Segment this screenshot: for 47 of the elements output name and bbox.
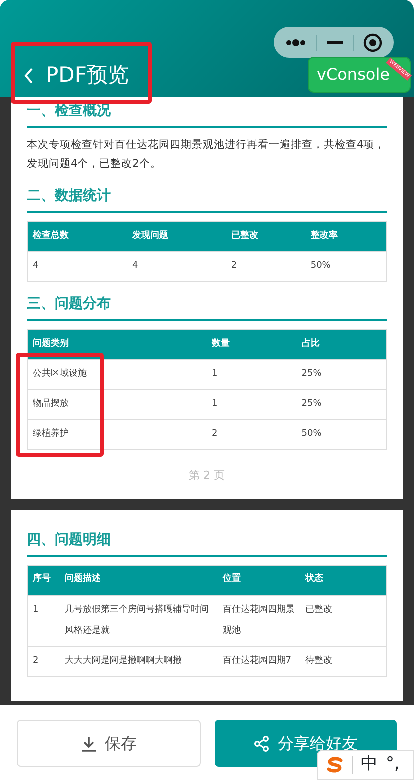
table-cell: 几号放假第三个房间号搭嘎辅导时间风格还是就 xyxy=(60,595,218,646)
table-cell: 待整改 xyxy=(300,646,386,676)
column-header: 检查总数 xyxy=(28,222,128,252)
ime-logo-icon[interactable] xyxy=(326,757,344,773)
table-cell: 50% xyxy=(296,420,386,450)
table-cell: 4 xyxy=(28,252,128,282)
section-heading: 一、检查概况 xyxy=(27,101,387,128)
section-heading: 三、问题分布 xyxy=(27,294,387,321)
back-icon[interactable] xyxy=(24,68,34,84)
download-icon xyxy=(81,736,97,752)
column-header: 整改率 xyxy=(306,222,386,252)
minimize-icon[interactable] xyxy=(326,40,343,44)
table-cell: 2 xyxy=(207,420,297,450)
column-header: 已整改 xyxy=(226,222,306,252)
table-cell: 已整改 xyxy=(300,595,386,646)
section-heading: 四、问题明细 xyxy=(27,530,387,556)
table-cell: 25% xyxy=(296,360,386,390)
column-header: 位置 xyxy=(218,565,300,595)
section-heading: 二、数据统计 xyxy=(27,186,387,213)
table-cell: 4 xyxy=(127,252,226,282)
table-cell: 物品摆放 xyxy=(28,390,207,420)
column-header: 状态 xyxy=(300,565,386,595)
close-icon[interactable] xyxy=(363,32,384,52)
table-cell: 百仕达花园四期景观池 xyxy=(218,595,300,646)
column-header: 数量 xyxy=(207,330,297,360)
table-cell: 1 xyxy=(28,595,60,646)
page-title: PDF预览 xyxy=(46,62,129,89)
save-button[interactable]: 保存 xyxy=(17,720,201,767)
table-cell: 绿植养护 xyxy=(28,420,207,450)
table-cell: 1 xyxy=(207,360,297,390)
column-header: 问题类别 xyxy=(28,330,207,360)
table-cell: 25% xyxy=(296,390,386,420)
share-icon xyxy=(254,736,270,752)
table-cell: 1 xyxy=(207,390,297,420)
column-header: 占比 xyxy=(296,330,386,360)
column-header: 序号 xyxy=(28,565,60,595)
table-cell: 公共区域设施 xyxy=(28,360,207,390)
table-cell: 2 xyxy=(226,252,306,282)
column-header: 发现问题 xyxy=(127,222,226,252)
table-cell: 大大大阿是阿是撤啊啊大啊撤 xyxy=(60,646,218,676)
more-icon[interactable] xyxy=(284,38,307,46)
summary-text: 本次专项检查针对百仕达花园四期景观池进行再看一遍排查，共检查4项，发现问题4个，已整改2个。 xyxy=(27,138,387,172)
table-cell: 50% xyxy=(306,252,386,282)
column-header: 问题描述 xyxy=(60,565,218,595)
page-number: 第 2 页 xyxy=(188,468,226,484)
table-cell: 2 xyxy=(28,646,60,676)
table-cell: 百仕达花园四期7 xyxy=(218,646,300,676)
